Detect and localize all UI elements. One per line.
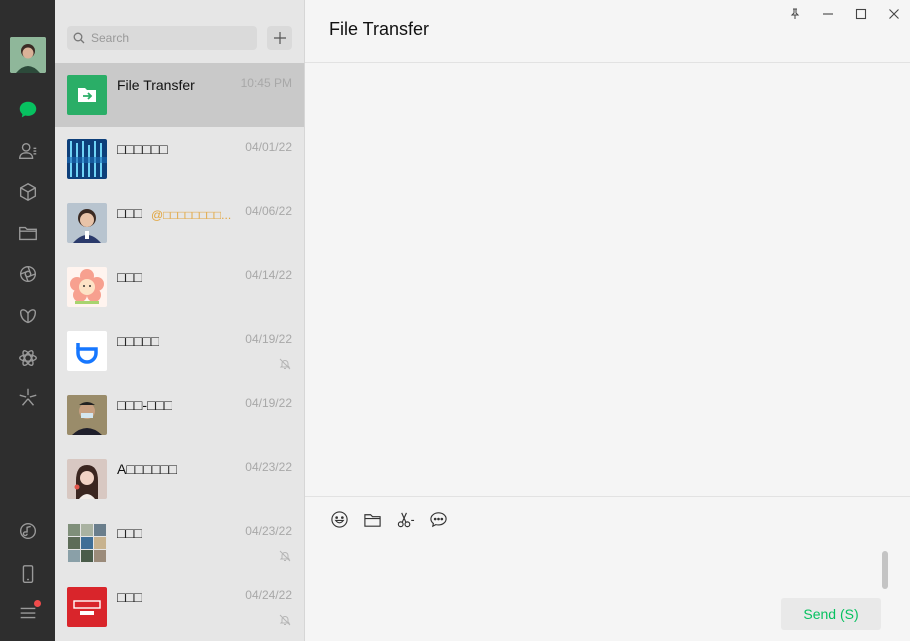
red-logo-avatar	[67, 587, 107, 627]
conversation-list-panel: File Transfer 10:45 PM □□□□□□ 04/01/22 □…	[55, 0, 305, 641]
chat-name: □□□	[117, 205, 143, 221]
screenshot-scissors-icon[interactable]	[395, 509, 416, 530]
chat-time: 04/01/22	[245, 140, 292, 154]
chat-history-icon[interactable]	[428, 509, 449, 530]
masked-man-avatar	[67, 395, 107, 435]
user-avatar[interactable]	[10, 37, 46, 73]
chat-name: □□□□□□	[117, 141, 168, 157]
person-portrait-avatar	[67, 203, 107, 243]
message-area[interactable]	[305, 64, 910, 496]
mention-text: @□□□□□□□□...	[151, 208, 232, 222]
minimize-icon[interactable]	[811, 0, 844, 28]
close-icon[interactable]	[877, 0, 910, 28]
folder-icon[interactable]	[14, 219, 42, 247]
chat-name: □□□	[117, 525, 143, 541]
nav-rail	[0, 0, 55, 641]
maximize-icon[interactable]	[844, 0, 877, 28]
didi-logo-avatar	[67, 331, 107, 371]
window-controls	[778, 0, 910, 28]
pin-icon[interactable]	[778, 0, 811, 28]
aperture-icon[interactable]	[14, 260, 42, 288]
chat-item[interactable]: A□□□□□□ 04/23/22	[55, 447, 304, 511]
mute-bell-icon	[279, 614, 291, 626]
chat-item-file-transfer[interactable]: File Transfer 10:45 PM	[55, 63, 304, 127]
message-composer: Send (S)	[305, 496, 910, 641]
chat-item[interactable]: □□□ 04/23/22	[55, 511, 304, 575]
search-icon	[73, 32, 85, 44]
chat-time: 10:45 PM	[240, 76, 292, 90]
phone-icon[interactable]	[14, 560, 42, 588]
photo-grid-avatar	[67, 523, 107, 563]
file-transfer-avatar	[67, 75, 107, 115]
chat-item[interactable]: □□□ @□□□□□□□□... 04/06/22	[55, 191, 304, 255]
folder-icon[interactable]	[362, 509, 383, 530]
atom-icon[interactable]	[14, 344, 42, 372]
sparkle-icon[interactable]	[14, 383, 42, 411]
emoji-icon[interactable]	[329, 509, 350, 530]
search-box[interactable]	[67, 26, 257, 50]
chat-item[interactable]: □□□□□ 04/19/22	[55, 319, 304, 383]
chat-name: □□□-□□□	[117, 397, 173, 413]
chat-time: 04/14/22	[245, 268, 292, 282]
composer-toolbar	[329, 509, 449, 530]
blue-pattern-avatar	[67, 139, 107, 179]
chat-item[interactable]: □□□-□□□ 04/19/22	[55, 383, 304, 447]
chat-time: 04/19/22	[245, 396, 292, 410]
chat-time: 04/23/22	[245, 524, 292, 538]
menu-icon[interactable]	[14, 599, 42, 627]
add-button[interactable]	[267, 26, 292, 50]
chat-time: 04/24/22	[245, 588, 292, 602]
woman-portrait-avatar	[67, 459, 107, 499]
chat-item[interactable]: □□□□□□ 04/01/22	[55, 127, 304, 191]
chat-title: File Transfer	[329, 19, 430, 39]
chat-time: 04/06/22	[245, 204, 292, 218]
notification-badge	[34, 600, 41, 607]
music-icon[interactable]	[14, 517, 42, 545]
chat-name: □□□	[117, 589, 143, 605]
chat-time: 04/23/22	[245, 460, 292, 474]
contacts-icon[interactable]	[14, 137, 42, 165]
plus-icon	[273, 32, 286, 44]
chat-item[interactable]: □□□ 04/14/22	[55, 255, 304, 319]
chat-time: 04/19/22	[245, 332, 292, 346]
chat-name: A□□□□□□	[117, 461, 178, 477]
chat-name: File Transfer	[117, 77, 195, 93]
mute-bell-icon	[279, 550, 291, 562]
mute-bell-icon	[279, 358, 291, 370]
chat-name: □□□□□	[117, 333, 160, 349]
chat-window: File Transfer Send (S)	[305, 0, 910, 641]
chat-list: File Transfer 10:45 PM □□□□□□ 04/01/22 □…	[55, 63, 304, 639]
box-icon[interactable]	[14, 178, 42, 206]
chat-header: File Transfer	[305, 0, 910, 63]
chat-item[interactable]: □□□ 04/24/22	[55, 575, 304, 639]
cartoon-flower-avatar	[67, 267, 107, 307]
send-button[interactable]: Send (S)	[781, 598, 881, 630]
chat-bubble-icon[interactable]	[14, 96, 42, 124]
composer-scrollbar[interactable]	[882, 551, 888, 589]
butterfly-icon[interactable]	[14, 303, 42, 331]
search-input[interactable]	[91, 26, 251, 50]
chat-name: □□□	[117, 269, 143, 285]
